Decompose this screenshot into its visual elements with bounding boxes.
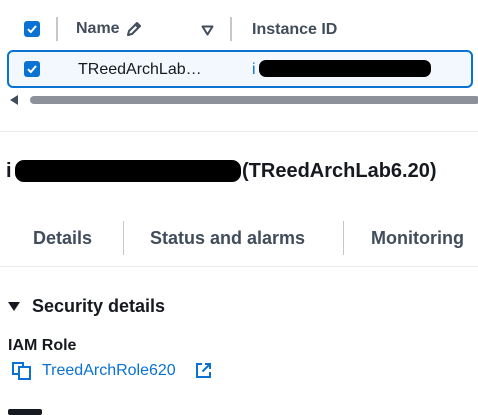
row-instance-id-prefix: i [252,61,256,78]
edit-pencil-icon[interactable] [125,20,143,38]
security-details-header[interactable]: Security details [8,296,165,317]
external-link-icon[interactable] [195,362,212,379]
row-instance-id-link[interactable]: i [252,61,256,79]
copy-icon[interactable] [12,362,32,380]
column-header-name[interactable]: Name [76,20,143,38]
tab-divider [123,221,124,255]
instance-title-name: (TReedArchLab6.20) [242,160,437,182]
check-icon [27,65,37,74]
iam-role-label: IAM Role [8,337,77,354]
tab-status-and-alarms[interactable]: Status and alarms [150,228,305,249]
select-all-checkbox[interactable] [24,21,40,37]
column-divider [230,17,232,41]
horizontal-scrollbar[interactable] [30,96,478,104]
instance-title: i [6,160,12,183]
tab-monitoring[interactable]: Monitoring [371,228,464,249]
sort-caret-down-icon[interactable] [201,25,214,36]
check-icon [27,25,37,34]
column-header-name-label: Name [76,20,120,37]
tab-details[interactable]: Details [33,228,92,249]
scroll-left-arrow-icon[interactable] [10,95,19,105]
redacted-instance-id [259,60,431,77]
row-instance-name[interactable]: TReedArchLab… [78,61,202,79]
next-section-heading-fragment [8,406,48,415]
next-section-heading-cut [8,409,42,415]
tabs-divider [0,266,478,267]
security-details-title: Security details [32,296,166,316]
column-header-instance-id[interactable]: Instance ID [252,21,337,39]
redacted-instance-title-id [15,160,241,182]
tab-divider [343,221,344,255]
section-divider [0,131,478,132]
caret-down-icon [8,301,20,311]
instance-title-id-prefix: i [6,160,12,182]
row-checkbox[interactable] [24,61,40,77]
iam-role-link[interactable]: TreedArchRole620 [42,362,176,380]
column-divider [56,17,58,41]
